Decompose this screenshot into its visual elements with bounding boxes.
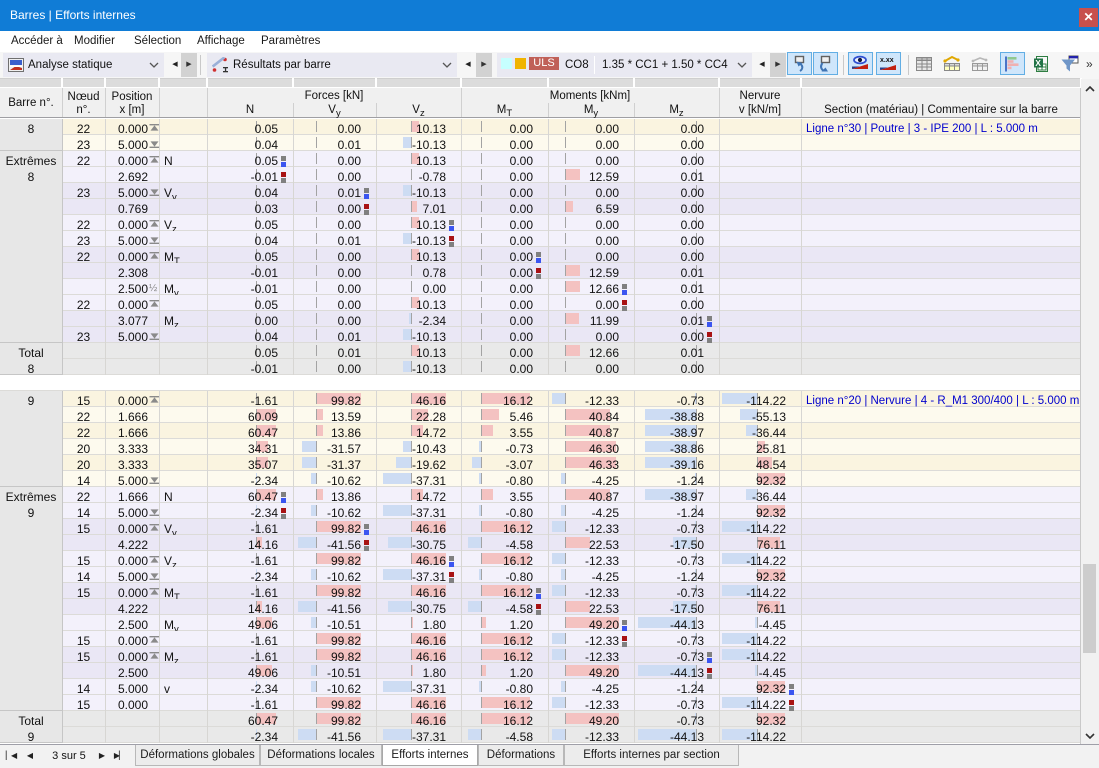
svg-text:x.xx: x.xx <box>880 57 894 64</box>
svg-text:X: X <box>1035 58 1041 68</box>
